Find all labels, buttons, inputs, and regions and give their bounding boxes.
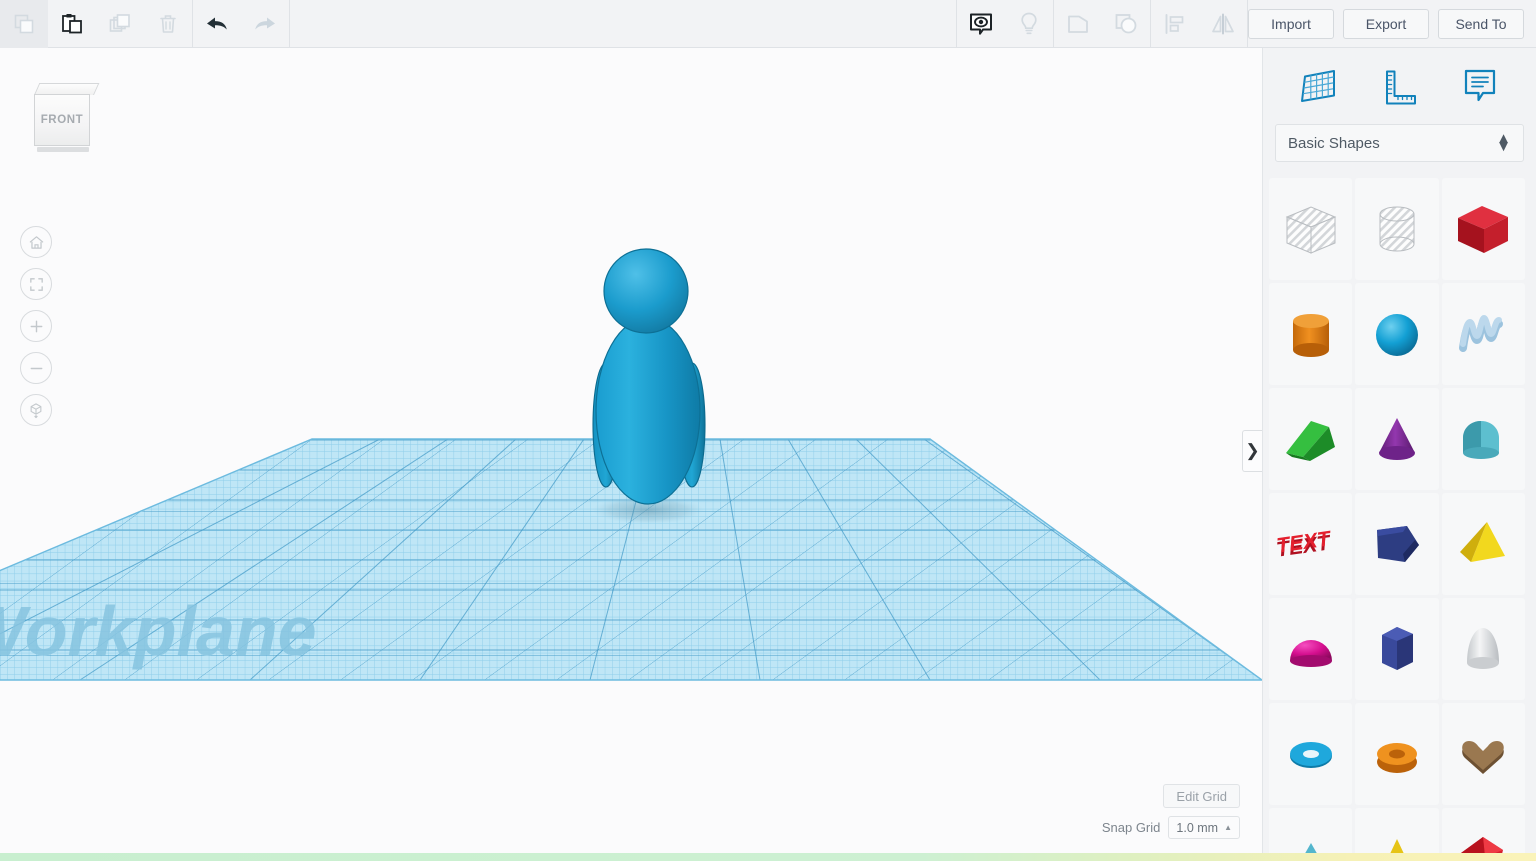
undo-icon[interactable] bbox=[193, 0, 241, 48]
stepper-icon: ▲ ▼ bbox=[1496, 129, 1511, 155]
workplane-scene: Workplane bbox=[0, 248, 1262, 681]
duplicate-icon[interactable] bbox=[96, 0, 144, 48]
arrange-tool-group bbox=[1151, 0, 1247, 48]
toolbar-divider bbox=[289, 0, 290, 48]
toolbar-action-buttons: Import Export Send To bbox=[1248, 8, 1536, 39]
top-toolbar: Import Export Send To bbox=[0, 0, 1536, 48]
zoom-out-button[interactable] bbox=[20, 352, 52, 384]
lightbulb-icon[interactable] bbox=[1005, 0, 1053, 48]
view-nav-buttons bbox=[20, 226, 52, 436]
workplane-watermark: Workplane bbox=[0, 592, 317, 670]
shape-paraboloid[interactable] bbox=[1441, 598, 1525, 700]
history-tool-group bbox=[193, 0, 289, 48]
edit-grid-button[interactable]: Edit Grid bbox=[1163, 784, 1240, 808]
shapes-panel: Basic Shapes ▲ ▼ TEXT TEXT bbox=[1262, 48, 1536, 861]
shape-category-wrap: Basic Shapes ▲ ▼ bbox=[1263, 124, 1536, 162]
home-view-button[interactable] bbox=[20, 226, 52, 258]
import-button[interactable]: Import bbox=[1248, 8, 1334, 39]
shape-cone[interactable] bbox=[1355, 388, 1439, 490]
export-button[interactable]: Export bbox=[1343, 8, 1429, 39]
shape-polygon[interactable] bbox=[1355, 493, 1439, 595]
shape-scribble[interactable] bbox=[1441, 283, 1525, 385]
grid-controls: Edit Grid Snap Grid 1.0 mm ▲ bbox=[1102, 784, 1240, 839]
shapes-scroll-area[interactable]: TEXT TEXT bbox=[1263, 174, 1536, 861]
penguin-body bbox=[595, 317, 701, 505]
edit-tool-group bbox=[0, 0, 192, 48]
3d-canvas[interactable]: Workplane FRONT bbox=[0, 48, 1262, 853]
caret-up-icon: ▲ bbox=[1224, 823, 1232, 832]
view-tool-group bbox=[957, 0, 1053, 48]
delete-icon[interactable] bbox=[144, 0, 192, 48]
snap-grid-value: 1.0 mm bbox=[1176, 820, 1219, 835]
workplane-tool-icon[interactable] bbox=[1291, 58, 1347, 114]
shape-tube[interactable] bbox=[1441, 388, 1525, 490]
ruler-tool-icon[interactable] bbox=[1371, 58, 1427, 114]
redo-icon[interactable] bbox=[241, 0, 289, 48]
group-tool-group bbox=[1054, 0, 1150, 48]
group-icon[interactable] bbox=[1054, 0, 1102, 48]
fit-view-button[interactable] bbox=[20, 268, 52, 300]
copy-icon[interactable] bbox=[0, 0, 48, 48]
shape-sphere[interactable] bbox=[1355, 283, 1439, 385]
view-cube-front-face[interactable]: FRONT bbox=[34, 94, 90, 146]
show-hide-icon[interactable] bbox=[957, 0, 1005, 48]
view-cube[interactable]: FRONT bbox=[30, 83, 100, 153]
projection-toggle-button[interactable] bbox=[20, 394, 52, 426]
send-to-button[interactable]: Send To bbox=[1438, 8, 1524, 39]
shape-heart[interactable] bbox=[1441, 703, 1525, 805]
flipper-left bbox=[592, 362, 620, 488]
flipper-right bbox=[678, 362, 706, 488]
shapes-grid: TEXT TEXT bbox=[1263, 178, 1536, 861]
shape-text[interactable]: TEXT TEXT bbox=[1269, 493, 1353, 595]
mirror-icon[interactable] bbox=[1199, 0, 1247, 48]
tinkercad-editor: Import Export Send To orkplane FRONT ❯ E… bbox=[0, 0, 1536, 861]
shape-category-select[interactable]: Basic Shapes ▲ ▼ bbox=[1275, 124, 1524, 162]
collapse-shapes-panel-button[interactable]: ❯ bbox=[1242, 430, 1262, 472]
penguin-model bbox=[592, 248, 706, 505]
shape-roof[interactable] bbox=[1269, 388, 1353, 490]
shape-box-hole[interactable] bbox=[1269, 178, 1353, 280]
bottom-progress-strip bbox=[0, 853, 1536, 861]
notes-tool-icon[interactable] bbox=[1452, 58, 1508, 114]
shape-half-sphere[interactable] bbox=[1269, 598, 1353, 700]
penguin-head bbox=[603, 248, 689, 334]
workplane-grid: Workplane bbox=[0, 438, 1262, 681]
snap-grid-label: Snap Grid bbox=[1101, 820, 1161, 835]
shape-cylinder[interactable] bbox=[1269, 283, 1353, 385]
shape-box[interactable] bbox=[1441, 178, 1525, 280]
snap-grid-select[interactable]: 1.0 mm ▲ bbox=[1168, 816, 1240, 839]
ungroup-icon[interactable] bbox=[1102, 0, 1150, 48]
paste-icon[interactable] bbox=[48, 0, 96, 48]
shape-hexagonal-prism[interactable] bbox=[1355, 598, 1439, 700]
shape-category-value: Basic Shapes bbox=[1288, 134, 1380, 152]
view-cube-base bbox=[37, 147, 89, 152]
shape-pyramid[interactable] bbox=[1441, 493, 1525, 595]
model-shadow bbox=[592, 496, 704, 524]
zoom-in-button[interactable] bbox=[20, 310, 52, 342]
snap-grid-row: Snap Grid 1.0 mm ▲ bbox=[1102, 816, 1240, 839]
shape-round-roof[interactable] bbox=[1355, 703, 1439, 805]
shape-torus[interactable] bbox=[1269, 703, 1353, 805]
shape-cylinder-hole[interactable] bbox=[1355, 178, 1439, 280]
align-icon[interactable] bbox=[1151, 0, 1199, 48]
panel-tool-tabs bbox=[1263, 48, 1536, 124]
